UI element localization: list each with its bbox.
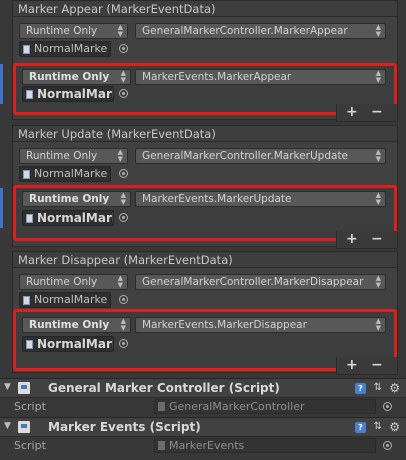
- event-header: Marker Update (MarkerEventData): [12, 125, 398, 141]
- add-entry-button[interactable]: +: [346, 357, 358, 373]
- preset-icon[interactable]: ⇅: [374, 421, 382, 432]
- list-footer: + −: [336, 357, 398, 375]
- script-file-icon: [158, 441, 165, 450]
- target-object-field[interactable]: NormalMarke: [19, 292, 111, 308]
- event-entry: Runtime Only ▲ ▼ GeneralMarkerController.M…: [13, 144, 397, 184]
- event-entry: Runtime Only ▲ ▼ GeneralMarkerController.M…: [13, 19, 397, 59]
- list-footer: + −: [336, 104, 398, 122]
- function-dropdown[interactable]: GeneralMarkerController.MarkerDisappear ▲…: [135, 274, 386, 290]
- dropdown-arrows-icon: ▲ ▼: [375, 148, 381, 163]
- script-field-row: Script GeneralMarkerController: [0, 397, 406, 416]
- dropdown-arrows-icon: ▲ ▼: [375, 191, 381, 206]
- object-picker-icon[interactable]: [383, 441, 392, 450]
- component-title: Marker Events (Script): [48, 420, 201, 434]
- object-picker-icon[interactable]: [119, 339, 128, 348]
- gameobject-icon: [26, 214, 33, 223]
- function-dropdown[interactable]: MarkerEvents.MarkerAppear ▲ ▼: [135, 69, 386, 85]
- gameobject-icon: [23, 45, 30, 54]
- runtime-mode-dropdown[interactable]: Runtime Only ▲ ▼: [22, 69, 131, 85]
- script-label: Script: [14, 400, 46, 413]
- component-header-marker-events[interactable]: ▼ Marker Events (Script) ? ⇅ ⚙: [0, 417, 406, 437]
- help-icon[interactable]: ?: [355, 383, 366, 394]
- dropdown-arrows-icon: ▲ ▼: [120, 317, 126, 332]
- script-file-icon: [158, 402, 165, 411]
- runtime-mode-dropdown[interactable]: Runtime Only ▲ ▼: [19, 148, 128, 164]
- object-picker-icon[interactable]: [119, 44, 128, 53]
- dropdown-arrows-icon: ▲ ▼: [375, 274, 381, 289]
- add-entry-button[interactable]: +: [346, 104, 358, 120]
- script-icon: [18, 421, 30, 433]
- component-header-general-marker-controller[interactable]: ▼ General Marker Controller (Script) ? ⇅…: [0, 378, 406, 398]
- event-header: Marker Disappear (MarkerEventData): [12, 251, 398, 267]
- list-footer: + −: [336, 231, 398, 249]
- runtime-mode-dropdown[interactable]: Runtime Only ▲ ▼: [19, 274, 128, 290]
- runtime-mode-dropdown[interactable]: Runtime Only ▲ ▼: [22, 317, 131, 333]
- preset-icon[interactable]: ⇅: [374, 382, 382, 393]
- runtime-mode-dropdown[interactable]: Runtime Only ▲ ▼: [19, 23, 128, 39]
- foldout-arrow-icon[interactable]: ▼: [4, 382, 11, 392]
- dropdown-arrows-icon: ▲ ▼: [375, 23, 381, 38]
- gear-icon[interactable]: ⚙: [389, 420, 400, 434]
- gameobject-icon: [23, 170, 30, 179]
- dropdown-arrows-icon: ▲ ▼: [375, 317, 381, 332]
- selection-indicator: [0, 188, 3, 228]
- function-dropdown[interactable]: MarkerEvents.MarkerDisappear ▲ ▼: [135, 317, 386, 333]
- selection-indicator: [0, 64, 3, 104]
- dropdown-arrows-icon: ▲ ▼: [120, 69, 126, 84]
- object-picker-icon[interactable]: [119, 295, 128, 304]
- script-object-field[interactable]: MarkerEvents: [154, 438, 376, 453]
- help-icon[interactable]: ?: [355, 422, 366, 433]
- gear-icon[interactable]: ⚙: [389, 381, 400, 395]
- function-dropdown[interactable]: GeneralMarkerController.MarkerAppear ▲ ▼: [135, 23, 386, 39]
- runtime-mode-dropdown[interactable]: Runtime Only ▲ ▼: [22, 191, 131, 207]
- dropdown-arrows-icon: ▲ ▼: [117, 148, 123, 163]
- gameobject-icon: [26, 340, 33, 349]
- function-dropdown[interactable]: GeneralMarkerController.MarkerUpdate ▲ ▼: [135, 148, 386, 164]
- gameobject-icon: [26, 90, 33, 99]
- component-title: General Marker Controller (Script): [48, 381, 280, 395]
- dropdown-arrows-icon: ▲ ▼: [120, 191, 126, 206]
- script-icon: [18, 382, 30, 394]
- event-header: Marker Appear (MarkerEventData): [12, 0, 398, 16]
- object-picker-icon[interactable]: [119, 89, 128, 98]
- object-picker-icon[interactable]: [119, 169, 128, 178]
- dropdown-arrows-icon: ▲ ▼: [117, 23, 123, 38]
- object-picker-icon[interactable]: [383, 402, 392, 411]
- script-object-field[interactable]: GeneralMarkerController: [154, 399, 376, 414]
- add-entry-button[interactable]: +: [346, 231, 358, 247]
- target-object-field[interactable]: NormalMark: [22, 86, 114, 102]
- remove-entry-button[interactable]: −: [371, 231, 383, 247]
- script-label: Script: [14, 439, 46, 452]
- script-field-row: Script MarkerEvents: [0, 436, 406, 455]
- target-object-field[interactable]: NormalMarke: [19, 41, 111, 57]
- foldout-arrow-icon[interactable]: ▼: [4, 421, 11, 431]
- target-object-field[interactable]: NormalMarke: [19, 166, 111, 182]
- dropdown-arrows-icon: ▲ ▼: [375, 69, 381, 84]
- function-dropdown[interactable]: MarkerEvents.MarkerUpdate ▲ ▼: [135, 191, 386, 207]
- target-object-field[interactable]: NormalMark: [22, 210, 114, 226]
- target-object-field[interactable]: NormalMark: [22, 336, 114, 352]
- dropdown-arrows-icon: ▲ ▼: [117, 274, 123, 289]
- remove-entry-button[interactable]: −: [371, 104, 383, 120]
- remove-entry-button[interactable]: −: [371, 357, 383, 373]
- gameobject-icon: [23, 296, 30, 305]
- event-entry: Runtime Only ▲ ▼ GeneralMarkerController.M…: [13, 270, 397, 310]
- object-picker-icon[interactable]: [119, 213, 128, 222]
